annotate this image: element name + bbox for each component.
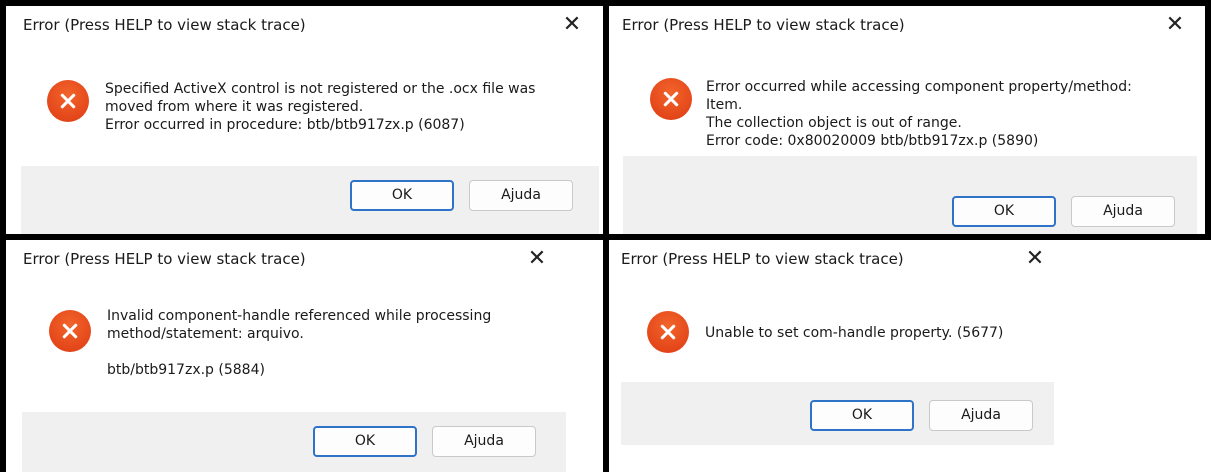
dialog-panel-2: Error (Press HELP to view stack trace) ✕…	[609, 6, 1205, 234]
message-line: moved from where it was registered.	[105, 99, 364, 115]
error-icon	[650, 78, 692, 120]
button-bar: OK Ajuda	[623, 156, 1197, 234]
ok-button[interactable]: OK	[952, 196, 1056, 227]
message-line: Error occurred in procedure: btb/btb917z…	[105, 117, 465, 133]
error-message: Specified ActiveX control is not registe…	[105, 80, 535, 134]
dialog-title: Error (Press HELP to view stack trace)	[23, 16, 306, 34]
close-icon[interactable]: ✕	[1162, 12, 1188, 38]
ok-button[interactable]: OK	[350, 180, 454, 211]
error-dialog-4: Error (Press HELP to view stack trace) ✕…	[609, 240, 1054, 445]
close-icon[interactable]: ✕	[559, 12, 585, 38]
dialog-panel-4: Error (Press HELP to view stack trace) ✕…	[609, 240, 1211, 472]
button-bar: OK Ajuda	[21, 166, 599, 234]
help-button[interactable]: Ajuda	[1071, 196, 1175, 227]
error-message: Error occurred while accessing component…	[706, 78, 1132, 150]
help-button[interactable]: Ajuda	[469, 180, 573, 211]
error-dialog-1: Error (Press HELP to view stack trace) ✕…	[6, 6, 603, 234]
button-bar: OK Ajuda	[621, 382, 1054, 445]
dialog-titlebar: Error (Press HELP to view stack trace) ✕	[609, 240, 1054, 280]
dialog-title: Error (Press HELP to view stack trace)	[23, 250, 306, 268]
ok-button[interactable]: OK	[313, 426, 417, 457]
error-message: Unable to set com-handle property. (5677…	[705, 324, 1003, 342]
message-line: method/statement: arquivo.	[107, 326, 304, 342]
dialog-title: Error (Press HELP to view stack trace)	[622, 16, 905, 34]
error-icon	[647, 311, 689, 353]
message-line: Unable to set com-handle property. (5677…	[705, 325, 1004, 341]
error-icon	[47, 80, 89, 122]
dialog-panel-1: Error (Press HELP to view stack trace) ✕…	[6, 6, 603, 234]
message-line: btb/btb917zx.p (5884)	[107, 362, 265, 378]
message-line: Invalid component-handle referenced whil…	[107, 308, 492, 324]
error-message: Invalid component-handle referenced whil…	[107, 307, 491, 379]
message-line: Error occurred while accessing component…	[706, 79, 1132, 95]
button-bar: OK Ajuda	[22, 412, 566, 472]
message-line: The collection object is out of range.	[706, 115, 962, 131]
ok-button[interactable]: OK	[810, 400, 914, 431]
close-icon[interactable]: ✕	[1022, 246, 1048, 272]
error-icon	[49, 310, 91, 352]
dialog-title: Error (Press HELP to view stack trace)	[621, 250, 904, 268]
dialog-titlebar: Error (Press HELP to view stack trace) ✕	[6, 240, 566, 280]
help-button[interactable]: Ajuda	[929, 400, 1033, 431]
message-line: Error code: 0x80020009 btb/btb917zx.p (5…	[706, 133, 1039, 149]
error-dialog-2: Error (Press HELP to view stack trace) ✕…	[609, 6, 1205, 234]
help-button[interactable]: Ajuda	[432, 426, 536, 457]
error-dialog-3: Error (Press HELP to view stack trace) ✕…	[6, 240, 566, 472]
message-line	[107, 343, 491, 361]
message-line: Specified ActiveX control is not registe…	[105, 81, 536, 97]
close-icon[interactable]: ✕	[524, 246, 550, 272]
message-line: Item.	[706, 97, 743, 113]
dialog-panel-3: Error (Press HELP to view stack trace) ✕…	[6, 240, 603, 472]
dialog-titlebar: Error (Press HELP to view stack trace) ✕	[609, 6, 1205, 46]
dialog-titlebar: Error (Press HELP to view stack trace) ✕	[6, 6, 603, 46]
